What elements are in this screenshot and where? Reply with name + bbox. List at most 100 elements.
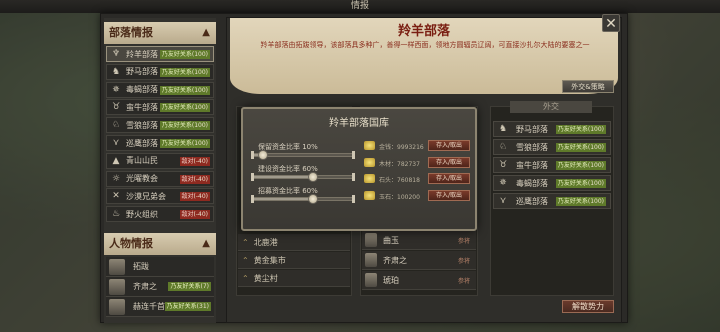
tribe-name: 光曜教会: [126, 174, 158, 184]
detail-description: 羚羊部落由拓跋领导，该部落具多种广，善得一样西面，领地方圆辐员辽阔，可直接沙扎尔…: [260, 41, 590, 49]
people-section-title: 人物情报: [109, 237, 153, 250]
person-name: 拓跋: [133, 262, 149, 271]
location-row[interactable]: ⌃ 黄尘村: [238, 270, 350, 287]
ally-row[interactable]: ♘ 雪狼部落 乃友好关系(100): [493, 139, 611, 155]
person-row[interactable]: 拓跋: [106, 257, 214, 277]
tribe-row[interactable]: ♉ 蛮牛部落 乃友好关系(100): [106, 99, 214, 116]
fund-ratio-slider[interactable]: [251, 194, 355, 204]
relation-badge: 乃友好关系(100): [159, 85, 210, 95]
character-row[interactable]: 琥珀 参将: [362, 271, 476, 290]
relation-badge: 敌对(-40): [179, 210, 210, 220]
collapse-icon[interactable]: ▲: [202, 22, 210, 44]
relation-value: (100): [587, 162, 604, 169]
ally-name: 毒蝎部落: [516, 178, 548, 188]
character-name: 齐肃之: [383, 255, 407, 265]
fund-ratio-slider[interactable]: [251, 150, 355, 160]
relation-status: 乃友好关系: [557, 126, 588, 133]
location-name: 黄尘村: [253, 273, 278, 283]
relation-badge: 乃友好关系(100): [159, 103, 210, 113]
ally-row[interactable]: ✵ 毒蝎部落 乃友好关系(100): [493, 175, 611, 191]
relation-value: (-40): [193, 175, 208, 183]
resource-amount: 石头：760818: [379, 177, 420, 184]
location-name: 黄金集市: [253, 255, 286, 265]
wolf-icon: ♘: [111, 120, 121, 131]
tribe-row[interactable]: ♨ 野火组织 敌对(-40): [106, 206, 214, 223]
relation-badge: 乃友好关系(100): [159, 139, 210, 148]
slider-max-cap: [352, 195, 355, 203]
avatar: [109, 278, 125, 295]
collapse-icon[interactable]: ▲: [202, 233, 210, 255]
swords-icon: ✕: [112, 191, 120, 202]
location-row[interactable]: ⌃ 北鹿港: [238, 234, 350, 251]
relation-status: 乃友好关系: [557, 180, 588, 187]
tribes-section-header[interactable]: 部落情报 ▲: [104, 22, 216, 44]
relation-value: (31): [196, 303, 209, 310]
avatar: [109, 258, 125, 275]
ally-row[interactable]: ⋎ 巡鹰部落 乃友好关系(100): [493, 193, 611, 209]
tribe-row[interactable]: ♞ 野马部落 乃友好关系(100): [106, 63, 214, 80]
avatar: [365, 273, 377, 287]
character-row[interactable]: 曲玉 参将: [362, 231, 476, 250]
diplomacy-strategy-button[interactable]: 外交&策略: [562, 80, 614, 93]
bull-icon: ♉: [498, 160, 508, 170]
tribe-row[interactable]: ⋎ 巡鹰部落 乃友好关系(100): [106, 135, 214, 151]
relation-status: 敌对: [181, 157, 194, 165]
location-row[interactable]: ⌃ 黄金集市: [238, 252, 350, 269]
relation-value: (100): [587, 198, 604, 205]
slider-max-cap: [352, 151, 355, 159]
tribe-row[interactable]: ♆羚羊部落★乃友好关系(100): [106, 46, 214, 62]
tribe-name: 野火组织: [126, 209, 158, 219]
relation-badge: 敌对(-40): [179, 156, 210, 166]
tribe-row[interactable]: ♘ 雪狼部落 乃友好关系(100): [106, 117, 214, 134]
relation-status: 乃友好关系: [161, 51, 192, 58]
tribe-row[interactable]: ✕ 沙漠兄弟会 敌对(-40): [106, 188, 214, 205]
character-rank: 参将: [457, 237, 470, 245]
relation-status: 乃友好关系: [161, 140, 192, 147]
relation-value: (-40): [193, 193, 208, 201]
stone-icon: [364, 174, 375, 183]
relation-badge: 乃友好关系(100): [159, 50, 210, 59]
resource-amount: 木材：782737: [379, 160, 420, 168]
relation-status: 乃友好关系: [161, 86, 192, 94]
ally-row[interactable]: ♉ 蛮牛部落 乃友好关系(100): [493, 157, 611, 173]
relation-badge: 敌对(-40): [179, 192, 210, 202]
jade-icon: [364, 190, 375, 200]
chevron-up-icon: ⌃: [242, 273, 249, 283]
dismiss-faction-button[interactable]: 解散势力: [562, 300, 614, 313]
character-row[interactable]: 齐肃之 参将: [362, 251, 476, 270]
relation-value: (-40): [193, 211, 208, 219]
location-name: 北鹿港: [253, 237, 278, 247]
tribe-row[interactable]: ✵ 毒蝎部落 乃友好关系(100): [106, 81, 214, 98]
relation-value: (100): [191, 122, 208, 130]
tribe-name: 沙漠兄弟会: [126, 191, 166, 201]
relation-badge: 乃友好关系(100): [555, 161, 606, 170]
tribe-row[interactable]: ▲ 青山山民 敌对(-40): [106, 152, 214, 169]
sun-icon: ☼: [111, 173, 121, 184]
slider-knob[interactable]: [258, 150, 268, 160]
deposit-withdraw-button[interactable]: 存入/取出: [428, 140, 470, 151]
people-section-header[interactable]: 人物情报 ▲: [104, 233, 216, 255]
fund-ratio-slider[interactable]: [251, 172, 355, 182]
fire-icon: ♨: [111, 209, 121, 220]
gold-coins-icon: [364, 141, 375, 150]
relation-value: (100): [191, 86, 208, 94]
diplomacy-tab[interactable]: 外交: [510, 101, 592, 113]
character-rank: 参将: [457, 277, 470, 285]
relation-value: (100): [191, 51, 208, 58]
deposit-withdraw-button[interactable]: 存入/取出: [428, 156, 470, 168]
ally-name: 巡鹰部落: [516, 196, 548, 206]
relation-badge: 乃友好关系(100): [555, 143, 606, 152]
slider-knob[interactable]: [308, 194, 318, 204]
deposit-withdraw-button[interactable]: 存入/取出: [428, 173, 470, 184]
relation-badge: 乃友好关系(100): [159, 67, 210, 77]
relation-status: 乃友好关系: [166, 303, 197, 310]
detail-title: 羚羊部落: [397, 24, 450, 39]
tribe-row[interactable]: ☼ 光曜教会 敌对(-40): [106, 170, 214, 187]
scorpion-icon: ✵: [499, 178, 507, 188]
person-row[interactable]: 齐肃之 乃友好关系(7): [106, 277, 214, 297]
slider-knob[interactable]: [308, 172, 318, 182]
deposit-withdraw-button[interactable]: 存入/取出: [428, 189, 470, 201]
ally-row[interactable]: ♞ 野马部落 乃友好关系(100): [493, 121, 611, 137]
close-icon[interactable]: ✕: [602, 14, 620, 32]
person-row[interactable]: 赫连千首 乃友好关系(31): [106, 297, 214, 317]
